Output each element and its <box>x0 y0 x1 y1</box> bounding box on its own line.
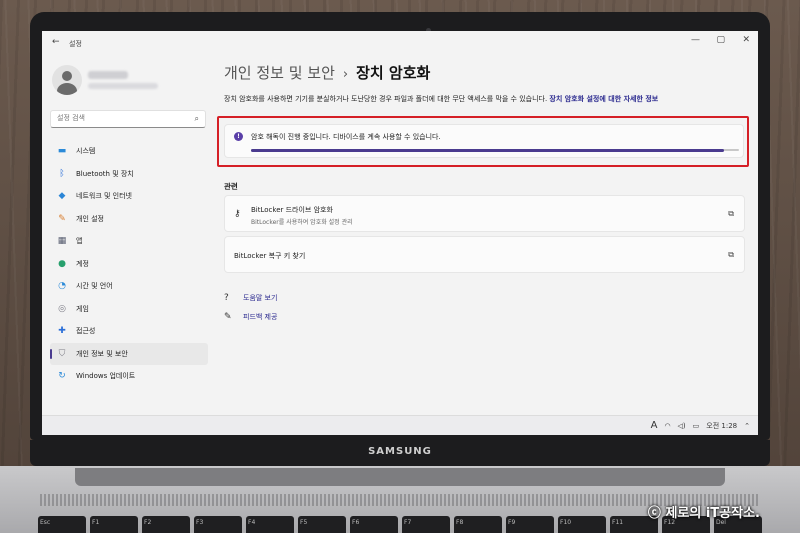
gamepad-icon: ◎ <box>58 303 66 314</box>
sidebar-item-6[interactable]: ◔ 시간 및 언어 <box>50 275 208 298</box>
key: F7 <box>402 516 450 533</box>
learn-more-link[interactable]: 장치 암호화 설정에 대한 자세한 정보 <box>549 95 658 103</box>
wifi-icon: ◆ <box>58 191 66 202</box>
brand-label: SAMSUNG <box>368 446 432 457</box>
description-text: 장치 암호화를 사용하면 기기를 분실하거나 도난당한 경우 파일과 폴더에 대… <box>224 95 548 103</box>
bitlocker-recovery-card[interactable]: BitLocker 복구 키 찾기 ⧉ <box>224 236 745 273</box>
info-icon: ! <box>234 132 243 141</box>
sidebar-item-10[interactable]: ↻ Windows 업데이트 <box>50 365 208 388</box>
bitlocker-key-icon: ⚷ <box>234 209 241 219</box>
brush-icon: ✎ <box>58 213 66 224</box>
sidebar-nav: ▬ 시스템 ᛒ Bluetooth 및 장치 ◆ 네트워크 및 인터넷 ✎ 개인 설정 ▦ 앱 ● 계… <box>50 140 208 388</box>
key: F8 <box>454 516 502 533</box>
search-input[interactable] <box>57 114 185 122</box>
user-email-redacted <box>88 83 158 89</box>
decryption-status-card: ! 암호 해독이 진행 중입니다. 디바이스를 계속 사용할 수 있습니다. <box>224 124 744 158</box>
sidebar-item-9[interactable]: ⛉ 개인 정보 및 보안 <box>50 342 208 365</box>
breadcrumb: 개인 정보 및 보안 › 장치 암호화 <box>224 62 430 83</box>
sidebar-item-label: 시스템 <box>76 147 96 156</box>
sidebar-item-label: Bluetooth 및 장치 <box>76 169 134 178</box>
key: F5 <box>298 516 346 533</box>
key: Esc <box>38 516 86 533</box>
search-box: ⌕ <box>50 110 206 128</box>
sidebar-item-8[interactable]: ✚ 접근성 <box>50 320 208 343</box>
key: F10 <box>558 516 606 533</box>
bluetooth-icon: ᛒ <box>59 168 65 179</box>
breadcrumb-separator: › <box>342 67 349 82</box>
sidebar-item-label: 네트워크 및 인터넷 <box>76 192 132 201</box>
wifi-icon[interactable]: ◠ <box>664 422 670 430</box>
sidebar-item-label: 앱 <box>76 237 83 246</box>
shield-icon: ⛉ <box>58 348 66 359</box>
notification-chevron-icon[interactable]: ⌃ <box>744 422 750 430</box>
page-description: 장치 암호화를 사용하면 기기를 분실하거나 도난당한 경우 파일과 폴더에 대… <box>224 94 746 104</box>
sidebar-item-3[interactable]: ✎ 개인 설정 <box>50 208 208 231</box>
sidebar-item-label: 계정 <box>76 259 89 268</box>
key: F9 <box>506 516 554 533</box>
feedback-link-label: 피드백 제공 <box>243 313 278 321</box>
sidebar-item-7[interactable]: ◎ 게임 <box>50 298 208 321</box>
user-name-redacted <box>88 71 128 79</box>
sidebar-item-label: 개인 정보 및 보안 <box>76 349 128 358</box>
person-icon: ● <box>58 258 66 269</box>
status-text: 암호 해독이 진행 중입니다. 디바이스를 계속 사용할 수 있습니다. <box>251 133 441 141</box>
monitor-icon: ▬ <box>57 146 67 157</box>
key: F2 <box>142 516 190 533</box>
sidebar-item-0[interactable]: ▬ 시스템 <box>50 140 208 163</box>
sidebar-item-4[interactable]: ▦ 앱 <box>50 230 208 253</box>
progress-bar <box>251 148 739 152</box>
ime-indicator[interactable]: A <box>651 420 658 431</box>
external-link-icon: ⧉ <box>728 209 734 218</box>
watermark: ⓒ 제로의 iT공작소. <box>647 506 760 521</box>
breadcrumb-parent[interactable]: 개인 정보 및 보안 <box>224 64 335 82</box>
page-title: 장치 암호화 <box>356 64 431 82</box>
bitlocker-encryption-card[interactable]: ⚷ BitLocker 드라이브 암호화 BitLocker를 사용하여 암호화… <box>224 195 745 232</box>
back-arrow-icon[interactable]: ← <box>52 37 60 47</box>
key: F6 <box>350 516 398 533</box>
taskbar: A ◠ ◁) ▭ 오전 1:28 ⌃ <box>42 415 758 435</box>
key: F3 <box>194 516 242 533</box>
app-title: 설정 <box>69 40 82 48</box>
globe-clock-icon: ◔ <box>58 281 66 292</box>
help-link[interactable]: ? 도움말 보기 <box>224 293 277 303</box>
avatar <box>52 65 82 95</box>
help-icon: ? <box>224 293 229 303</box>
card-title: BitLocker 드라이브 암호화 <box>251 206 333 214</box>
user-profile[interactable] <box>52 65 212 95</box>
related-section-title: 관련 <box>224 182 238 191</box>
volume-icon[interactable]: ◁) <box>678 422 686 430</box>
sidebar-item-label: 개인 설정 <box>76 214 104 223</box>
search-icon[interactable]: ⌕ <box>195 114 199 124</box>
battery-icon[interactable]: ▭ <box>693 422 700 430</box>
laptop-hinge <box>75 468 725 486</box>
sidebar-item-5[interactable]: ● 계정 <box>50 253 208 276</box>
settings-window: ← 설정 — ▢ ✕ ⌕ ▬시스템ᛒBluetooth 및 장치◆네트워크 및 … <box>42 31 758 435</box>
key: F1 <box>90 516 138 533</box>
accessibility-icon: ✚ <box>58 326 66 337</box>
apps-icon: ▦ <box>57 236 67 247</box>
help-link-label: 도움말 보기 <box>243 294 278 302</box>
sidebar-item-label: 접근성 <box>76 327 96 336</box>
card-title: BitLocker 복구 키 찾기 <box>234 252 306 260</box>
sidebar-item-label: 게임 <box>76 304 89 313</box>
update-icon: ↻ <box>58 371 66 382</box>
key: F4 <box>246 516 294 533</box>
system-tray: A ◠ ◁) ▭ 오전 1:28 ⌃ <box>651 420 750 431</box>
external-link-icon: ⧉ <box>728 250 734 259</box>
feedback-link[interactable]: ✎ 피드백 제공 <box>224 312 277 322</box>
sidebar-item-label: 시간 및 언어 <box>76 282 113 291</box>
main-content: 개인 정보 및 보안 › 장치 암호화 장치 암호화를 사용하면 기기를 분실하거나… <box>217 31 758 435</box>
card-subtitle: BitLocker를 사용하여 암호화 설정 관리 <box>251 219 353 226</box>
sidebar-item-label: Windows 업데이트 <box>76 372 136 381</box>
sidebar-item-2[interactable]: ◆ 네트워크 및 인터넷 <box>50 185 208 208</box>
clock[interactable]: 오전 1:28 <box>706 421 737 431</box>
sidebar-item-1[interactable]: ᛒ Bluetooth 및 장치 <box>50 163 208 186</box>
progress-fill <box>251 148 725 152</box>
feedback-icon: ✎ <box>224 312 232 322</box>
